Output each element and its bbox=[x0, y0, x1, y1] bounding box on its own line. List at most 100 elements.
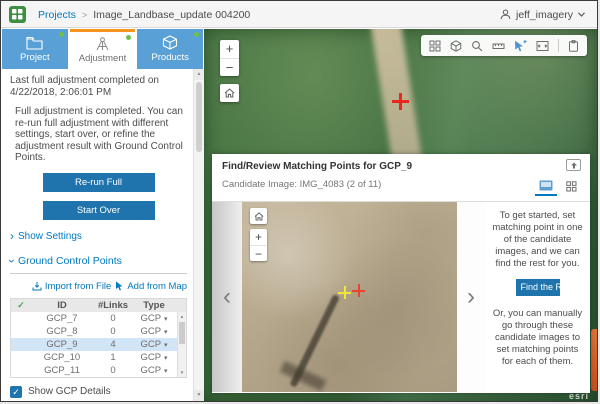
column-header-links[interactable]: #Links bbox=[93, 299, 133, 312]
grid-view-button[interactable] bbox=[560, 177, 582, 196]
home-icon bbox=[254, 212, 264, 221]
scroll-up-icon[interactable]: ▲ bbox=[178, 312, 186, 321]
single-image-view-button[interactable] bbox=[535, 177, 557, 196]
edit-gcp-pointer-icon[interactable] bbox=[514, 40, 527, 52]
show-gcp-details-checkbox[interactable]: ✓ bbox=[10, 386, 22, 398]
chevron-down-icon: › bbox=[8, 259, 16, 263]
matching-points-panel: Find/Review Matching Points for GCP_9 Ca… bbox=[212, 154, 590, 393]
gcp-type-cell: GCP▾ bbox=[133, 325, 175, 338]
rerun-full-button[interactable]: Re-run Full bbox=[43, 173, 155, 192]
add-from-map-label: Add from Map bbox=[127, 281, 187, 292]
gcp-type: GCP bbox=[140, 365, 161, 376]
clipboard-icon[interactable] bbox=[568, 40, 579, 52]
tab-label: Adjustment bbox=[79, 53, 127, 64]
scrollbar-thumb[interactable] bbox=[179, 322, 185, 344]
instructions-intro: To get started, set matching point in on… bbox=[491, 210, 584, 270]
zoom-out-button[interactable]: − bbox=[250, 245, 267, 261]
scroll-down-icon[interactable]: ▼ bbox=[194, 390, 204, 401]
zoom-in-button[interactable]: + bbox=[250, 229, 267, 245]
instructions-column: To get started, set matching point in on… bbox=[485, 202, 590, 392]
app-logo-icon bbox=[9, 6, 26, 23]
row-check-cell bbox=[11, 325, 31, 338]
measure-icon[interactable] bbox=[492, 40, 505, 52]
gcp-links: 0 bbox=[93, 312, 133, 325]
user-menu[interactable]: jeff_imagery bbox=[500, 1, 585, 28]
map-toolbar bbox=[421, 35, 587, 56]
home-button[interactable] bbox=[220, 84, 239, 102]
tab-adjustment[interactable]: Adjustment bbox=[70, 29, 136, 69]
image-extent-icon[interactable] bbox=[536, 40, 549, 52]
show-settings-toggle[interactable]: › Show Settings bbox=[10, 231, 187, 242]
previous-image-button[interactable]: ‹ bbox=[212, 202, 242, 392]
tab-project[interactable]: Project bbox=[2, 29, 68, 69]
candidate-image-viewer[interactable]: + − bbox=[242, 202, 457, 392]
image-zoom-widget: + − bbox=[250, 229, 267, 261]
adjustment-tripod-icon bbox=[94, 37, 111, 51]
gcp-type: GCP bbox=[140, 313, 161, 324]
table-scrollbar[interactable]: ▲ ▼ bbox=[177, 312, 186, 377]
collapse-panel-button[interactable] bbox=[566, 159, 581, 171]
left-panel: Project Adjustment Products Last full ad… bbox=[1, 29, 204, 401]
tab-bar: Project Adjustment Products bbox=[1, 29, 204, 69]
type-dropdown-icon[interactable]: ▾ bbox=[164, 329, 168, 336]
zoom-out-button[interactable]: − bbox=[220, 58, 239, 76]
gcp-table: ✓ ID #Links Type GCP_7 0 GCP▾ GCP_8 0 GC… bbox=[10, 298, 187, 378]
scroll-down-icon[interactable]: ▼ bbox=[178, 368, 186, 377]
status-dot bbox=[126, 35, 131, 40]
column-header-id[interactable]: ID bbox=[31, 299, 93, 312]
view-toggle-group bbox=[535, 177, 582, 196]
find-the-rest-button[interactable]: Find the Rest bbox=[516, 279, 560, 296]
row-check-cell bbox=[11, 364, 31, 377]
show-gcp-details-label: Show GCP Details bbox=[28, 386, 111, 397]
gcp-section-toggle[interactable]: › Ground Control Points bbox=[10, 255, 187, 267]
match-marker-yellow[interactable] bbox=[338, 286, 351, 299]
home-icon bbox=[224, 88, 235, 98]
matching-panel-body: ‹ + − › bbox=[212, 202, 590, 392]
table-row-gcp7[interactable]: GCP_7 0 GCP▾ bbox=[11, 312, 186, 325]
basemap-icon[interactable] bbox=[450, 40, 462, 52]
grid-view-icon bbox=[566, 181, 577, 192]
image-home-button[interactable] bbox=[250, 208, 267, 224]
panel-scrollbar[interactable]: ▲ ▼ bbox=[193, 69, 204, 401]
add-from-map-link[interactable]: Add from Map bbox=[115, 281, 187, 292]
check-column-icon: ✓ bbox=[11, 299, 31, 312]
type-dropdown-icon[interactable]: ▾ bbox=[164, 355, 168, 362]
scroll-up-icon[interactable]: ▲ bbox=[194, 69, 204, 80]
tab-label: Project bbox=[20, 52, 50, 63]
table-row-gcp9-selected[interactable]: GCP_9 4 GCP▾ bbox=[11, 338, 186, 351]
table-row-gcp10[interactable]: GCP_10 1 GCP▾ bbox=[11, 351, 186, 364]
table-row-gcp11[interactable]: GCP_11 0 GCP▾ bbox=[11, 364, 186, 377]
type-dropdown-icon[interactable]: ▾ bbox=[164, 368, 168, 375]
gcp-links: 0 bbox=[93, 364, 133, 377]
gcp-type: GCP bbox=[140, 326, 161, 337]
row-check-cell bbox=[11, 338, 31, 351]
type-dropdown-icon[interactable]: ▾ bbox=[164, 316, 168, 323]
import-from-file-link[interactable]: Import from File bbox=[32, 281, 112, 292]
gcp-id: GCP_8 bbox=[31, 325, 93, 338]
start-over-button[interactable]: Start Over bbox=[43, 201, 155, 220]
gcp-id: GCP_10 bbox=[31, 351, 93, 364]
tab-products[interactable]: Products bbox=[137, 29, 203, 69]
adjustment-description: Full adjustment is completed. You can re… bbox=[15, 106, 187, 164]
gcp-type-cell: GCP▾ bbox=[133, 338, 175, 351]
type-dropdown-icon[interactable]: ▾ bbox=[164, 342, 168, 349]
top-bar: Projects > Image_Landbase_update 004200 … bbox=[1, 1, 597, 28]
gcp-type: GCP bbox=[140, 352, 161, 363]
gcp-actions: Import from File Add from Map bbox=[10, 281, 187, 292]
breadcrumb-projects-link[interactable]: Projects bbox=[38, 9, 76, 21]
gcp-marker[interactable] bbox=[392, 93, 409, 110]
search-icon[interactable] bbox=[471, 40, 483, 52]
folder-icon bbox=[26, 36, 43, 50]
scrollbar-thumb[interactable] bbox=[196, 82, 202, 152]
column-header-type[interactable]: Type bbox=[133, 299, 175, 312]
adjustment-panel-content: Last full adjustment completed on 4/22/2… bbox=[1, 69, 193, 401]
cube-icon bbox=[162, 35, 178, 50]
status-dot bbox=[59, 32, 64, 37]
zoom-in-button[interactable]: + bbox=[220, 40, 239, 58]
match-marker-red[interactable] bbox=[352, 284, 365, 297]
select-images-grid-icon[interactable] bbox=[429, 40, 441, 52]
map-view[interactable]: + − bbox=[204, 29, 597, 401]
map-zoom-widget: + − bbox=[220, 40, 239, 76]
next-image-button[interactable]: › bbox=[457, 202, 485, 392]
table-row-gcp8[interactable]: GCP_8 0 GCP▾ bbox=[11, 325, 186, 338]
